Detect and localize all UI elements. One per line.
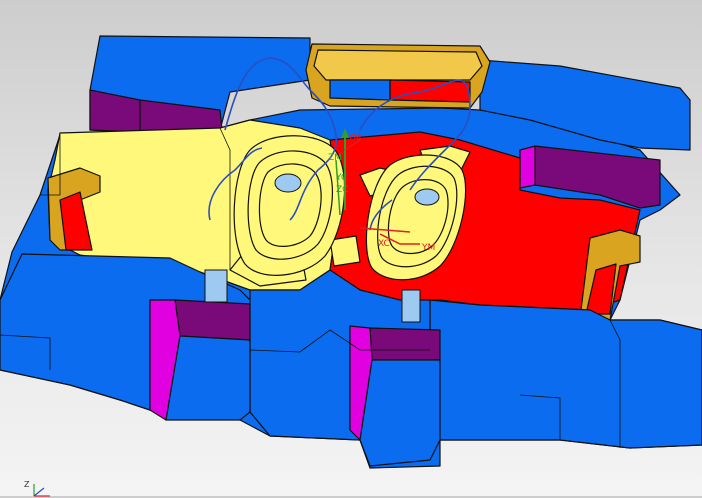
right-runner-stub[interactable] — [401, 289, 421, 323]
left-runner-stub[interactable] — [204, 269, 228, 303]
front-right-slot-wall — [359, 359, 441, 467]
cad-graphics-viewport[interactable]: ZM YM YC ZC XC YM — [0, 0, 702, 496]
wcs-label-yc: YC — [335, 173, 347, 183]
mold-model-view[interactable]: ZM YM YC ZC XC YM — [0, 0, 702, 496]
wcs-label-zc: ZC — [336, 185, 348, 195]
view-triad-icon[interactable]: Z — [22, 480, 62, 497]
front-right-slot-floor — [369, 327, 441, 361]
front-left-slot-floor — [174, 299, 251, 341]
front-left-slot-wall — [165, 335, 251, 421]
wcs-label-zm: ZM — [328, 153, 342, 163]
top-slider-inner — [389, 79, 471, 103]
wcs-label-ym-right: YM — [421, 243, 435, 253]
right-gate-hole[interactable] — [414, 188, 440, 206]
left-gate-hole[interactable] — [274, 173, 302, 193]
top-slider-top — [313, 49, 483, 81]
top-slider-blue — [329, 79, 391, 101]
front-right-plate[interactable] — [429, 299, 702, 449]
wcs-label-xc: XC — [378, 239, 390, 249]
back-right-slot-side — [519, 145, 536, 189]
wcs-label-ym-top: YM — [347, 133, 361, 143]
triad-z-label: Z — [24, 480, 30, 489]
